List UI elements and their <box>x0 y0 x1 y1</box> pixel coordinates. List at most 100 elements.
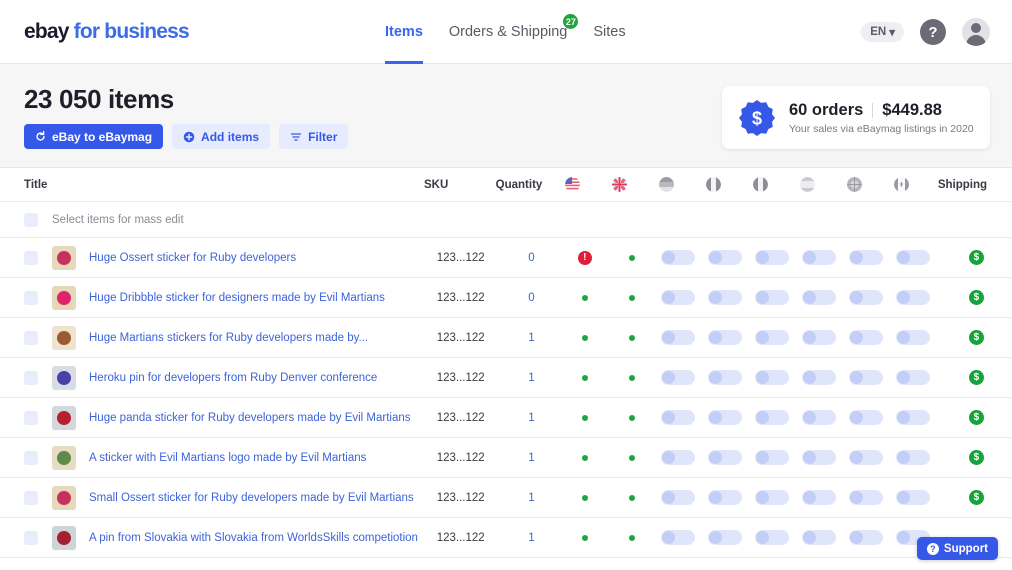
marketplace-toggle[interactable] <box>755 490 790 505</box>
column-header-shipping[interactable]: Shipping <box>925 179 987 191</box>
table-row[interactable]: Huge Dribbble sticker for designers made… <box>0 278 1012 318</box>
marketplace-cell[interactable] <box>889 490 936 505</box>
marketplace-cell[interactable] <box>842 250 889 265</box>
marketplace-cell[interactable] <box>842 370 889 385</box>
support-button[interactable]: ? Support <box>916 537 998 560</box>
marketplace-cell[interactable] <box>889 250 936 265</box>
table-row[interactable]: A sticker with Evil Martians logo made b… <box>0 438 1012 478</box>
marketplace-toggle[interactable] <box>801 410 836 425</box>
row-checkbox[interactable] <box>24 490 38 505</box>
marketplace-cell[interactable] <box>842 530 889 545</box>
column-header-quantity[interactable]: Quantity <box>489 179 549 191</box>
marketplace-cell[interactable] <box>749 330 796 345</box>
row-title-link[interactable]: Heroku pin for developers from Ruby Denv… <box>89 372 377 384</box>
row-status-us[interactable] <box>561 454 608 461</box>
marketplace-toggle[interactable] <box>661 330 696 345</box>
marketplace-cell[interactable] <box>655 530 702 545</box>
marketplace-cell[interactable] <box>702 490 749 505</box>
help-button[interactable]: ? <box>920 19 946 45</box>
row-status-us[interactable] <box>561 414 608 421</box>
marketplace-cell[interactable] <box>796 410 843 425</box>
marketplace-cell[interactable] <box>655 450 702 465</box>
marketplace-toggle[interactable] <box>661 490 696 505</box>
nav-tab-sites[interactable]: Sites <box>593 0 625 64</box>
marketplace-toggle[interactable] <box>848 530 883 545</box>
marketplace-cell[interactable] <box>702 250 749 265</box>
marketplace-toggle[interactable] <box>895 250 930 265</box>
marketplace-toggle[interactable] <box>708 370 743 385</box>
row-status-us[interactable] <box>561 494 608 501</box>
nav-tab-orders-shipping[interactable]: Orders & Shipping 27 <box>449 0 579 64</box>
row-status-uk[interactable] <box>608 254 655 261</box>
row-title-link[interactable]: Small Ossert sticker for Ruby developers… <box>89 492 414 504</box>
column-header-flag-de[interactable] <box>643 177 690 192</box>
ebay-for-business-logo[interactable]: ebay for business <box>24 20 190 44</box>
row-status-uk[interactable] <box>608 454 655 461</box>
marketplace-cell[interactable] <box>749 290 796 305</box>
marketplace-toggle[interactable] <box>755 250 790 265</box>
marketplace-cell[interactable] <box>749 490 796 505</box>
marketplace-toggle[interactable] <box>848 370 883 385</box>
row-status-uk[interactable] <box>608 534 655 541</box>
row-status-us[interactable] <box>561 334 608 341</box>
marketplace-cell[interactable] <box>842 450 889 465</box>
column-header-sku[interactable]: SKU <box>424 179 489 191</box>
row-title-link[interactable]: Huge Martians stickers for Ruby develope… <box>89 332 368 344</box>
row-quantity[interactable]: 1 <box>502 492 562 504</box>
marketplace-toggle[interactable] <box>755 330 790 345</box>
marketplace-toggle[interactable] <box>661 410 696 425</box>
user-avatar-button[interactable] <box>962 18 990 46</box>
marketplace-cell[interactable] <box>796 490 843 505</box>
marketplace-cell[interactable] <box>842 290 889 305</box>
marketplace-cell[interactable] <box>796 530 843 545</box>
row-title-link[interactable]: A pin from Slovakia with Slovakia from W… <box>89 532 418 544</box>
marketplace-cell[interactable] <box>889 450 936 465</box>
marketplace-toggle[interactable] <box>708 290 743 305</box>
marketplace-toggle[interactable] <box>708 410 743 425</box>
row-quantity[interactable]: 1 <box>502 412 562 424</box>
column-header-flag-au[interactable] <box>831 177 878 192</box>
marketplace-toggle[interactable] <box>708 490 743 505</box>
marketplace-toggle[interactable] <box>708 450 743 465</box>
marketplace-toggle[interactable] <box>708 250 743 265</box>
marketplace-cell[interactable] <box>889 330 936 345</box>
marketplace-cell[interactable] <box>655 490 702 505</box>
marketplace-cell[interactable] <box>796 290 843 305</box>
marketplace-toggle[interactable] <box>661 530 696 545</box>
marketplace-toggle[interactable] <box>801 490 836 505</box>
marketplace-cell[interactable] <box>749 250 796 265</box>
marketplace-cell[interactable] <box>655 290 702 305</box>
filter-button[interactable]: Filter <box>279 124 349 149</box>
marketplace-toggle[interactable] <box>755 530 790 545</box>
marketplace-toggle[interactable] <box>895 370 930 385</box>
column-header-flag-fr[interactable] <box>690 177 737 192</box>
row-quantity[interactable]: 0 <box>502 252 562 264</box>
row-quantity[interactable]: 0 <box>502 292 562 304</box>
row-status-us[interactable]: ! <box>561 250 608 265</box>
language-selector[interactable]: EN ▾ <box>861 22 904 42</box>
column-header-flag-us[interactable] <box>549 177 596 192</box>
row-checkbox[interactable] <box>24 290 38 305</box>
marketplace-cell[interactable] <box>702 330 749 345</box>
marketplace-toggle[interactable] <box>755 450 790 465</box>
column-header-flag-es[interactable] <box>784 177 831 192</box>
marketplace-cell[interactable] <box>842 410 889 425</box>
marketplace-cell[interactable] <box>889 290 936 305</box>
row-status-uk[interactable] <box>608 494 655 501</box>
row-title-link[interactable]: A sticker with Evil Martians logo made b… <box>89 452 366 464</box>
marketplace-toggle[interactable] <box>755 370 790 385</box>
column-header-flag-uk[interactable] <box>596 177 643 192</box>
add-items-button[interactable]: Add items <box>172 124 271 149</box>
marketplace-toggle[interactable] <box>801 290 836 305</box>
row-checkbox[interactable] <box>24 410 38 425</box>
row-checkbox[interactable] <box>24 530 38 545</box>
row-status-us[interactable] <box>561 534 608 541</box>
row-title-link[interactable]: Huge Ossert sticker for Ruby developers <box>89 252 296 264</box>
marketplace-toggle[interactable] <box>661 370 696 385</box>
marketplace-toggle[interactable] <box>661 290 696 305</box>
column-header-flag-ca[interactable] <box>878 177 925 192</box>
row-quantity[interactable]: 1 <box>502 332 562 344</box>
column-header-title[interactable]: Title <box>24 179 424 191</box>
marketplace-cell[interactable] <box>702 530 749 545</box>
marketplace-cell[interactable] <box>796 250 843 265</box>
